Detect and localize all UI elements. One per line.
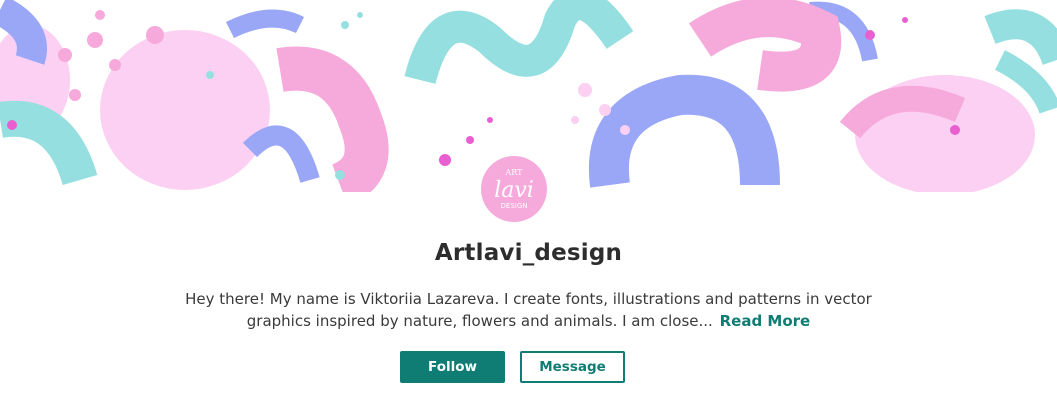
profile-bio: Hey there! My name is Viktoriia Lazareva… [160,288,897,332]
read-more-link[interactable]: Read More [720,312,811,330]
svg-text:DESIGN: DESIGN [501,202,528,210]
message-button[interactable]: Message [520,351,625,383]
artlavi-logo-icon: ART lavi DESIGN [481,156,547,222]
avatar[interactable]: ART lavi DESIGN [478,153,550,225]
svg-text:lavi: lavi [494,178,534,203]
svg-text:ART: ART [505,168,524,177]
follow-button[interactable]: Follow [400,351,505,383]
profile-name: Artlavi_design [434,240,623,266]
